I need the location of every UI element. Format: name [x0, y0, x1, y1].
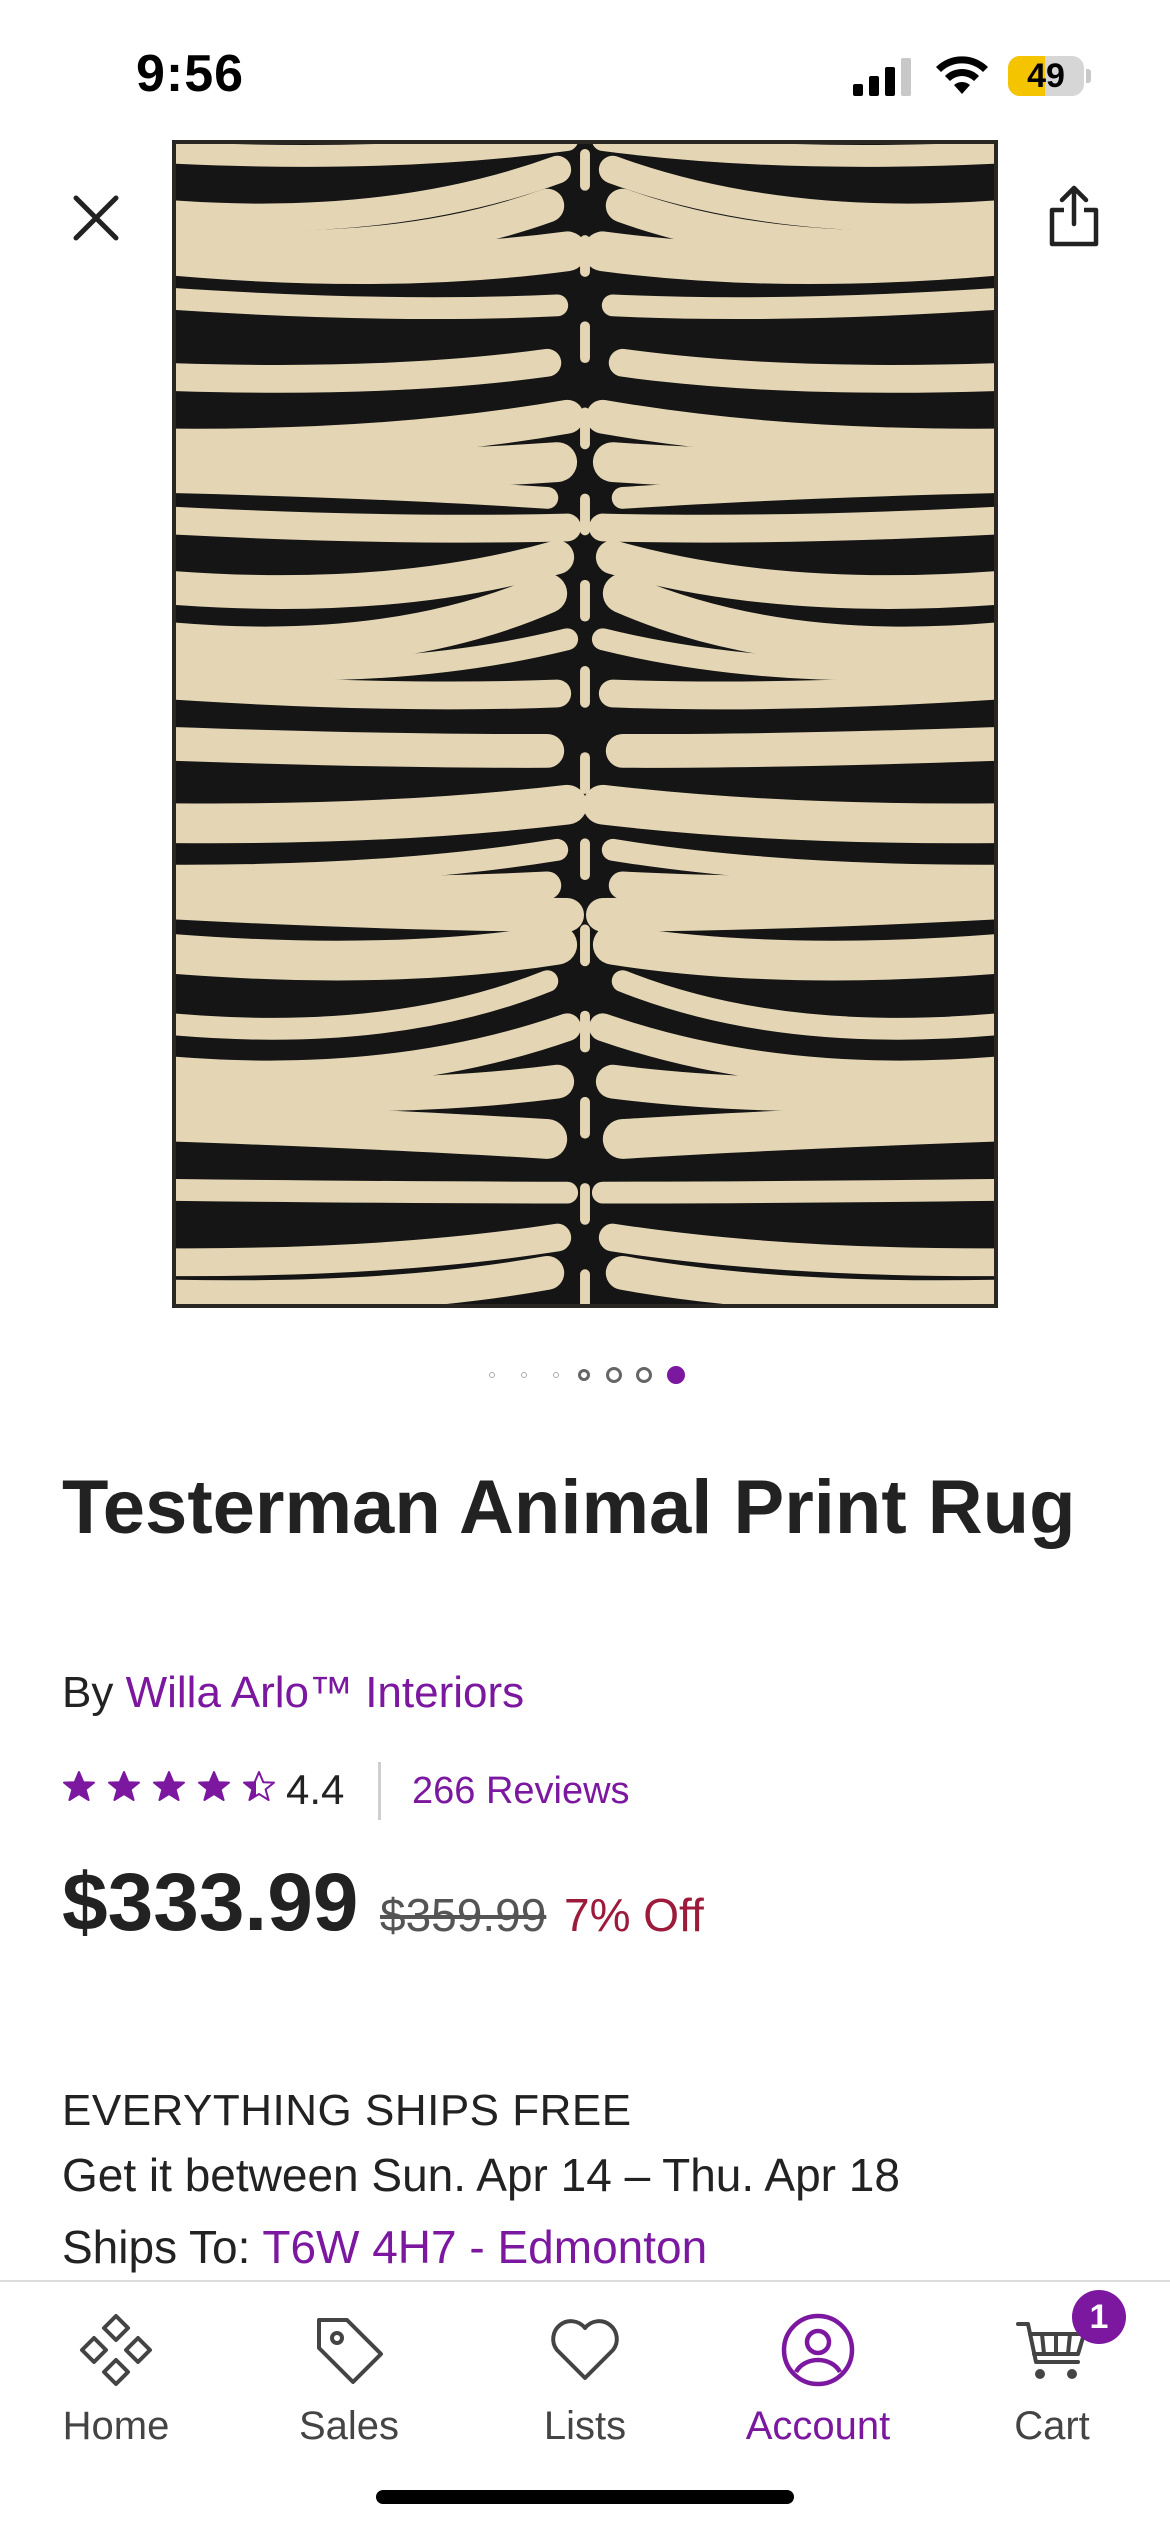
account-icon: [781, 2313, 855, 2387]
carousel-dot[interactable]: [606, 1367, 622, 1383]
rating-value: 4.4: [286, 1766, 345, 1813]
product-image[interactable]: [172, 140, 998, 1308]
tab-label: Account: [745, 2404, 891, 2448]
divider: [378, 1762, 381, 1820]
zebra-rug-image: [176, 144, 994, 1304]
tab-cart[interactable]: Cart: [942, 2302, 1162, 2452]
tab-label: Cart: [1014, 2404, 1090, 2448]
home-indicator: [376, 2490, 794, 2504]
tab-home[interactable]: Home: [6, 2302, 226, 2452]
carousel-dot-active[interactable]: [667, 1366, 685, 1384]
free-shipping-label: EVERYTHING SHIPS FREE: [62, 2086, 632, 2135]
delivery-window: Get it between Sun. Apr 14 – Thu. Apr 18: [62, 2149, 900, 2201]
star-half-icon: [243, 1771, 275, 1801]
home-icon: [80, 2314, 152, 2386]
tab-account[interactable]: Account: [708, 2302, 928, 2452]
by-label: By: [62, 1668, 114, 1717]
battery-indicator: 49: [1008, 56, 1091, 96]
wifi-icon: [936, 56, 988, 94]
brand-link[interactable]: Willa Arlo™ Interiors: [126, 1668, 525, 1717]
ships-to-label: Ships To:: [62, 2221, 251, 2273]
tab-lists[interactable]: Lists: [475, 2302, 695, 2452]
reviews-link[interactable]: 266 Reviews: [412, 1770, 630, 1813]
ships-to-location-link[interactable]: T6W 4H7 - Edmonton: [262, 2221, 707, 2273]
carousel-dot[interactable]: [578, 1369, 590, 1381]
tab-sales[interactable]: Sales: [239, 2302, 459, 2452]
star-full-icon: [63, 1771, 95, 1801]
star-full-icon: [153, 1771, 185, 1801]
carousel-dot[interactable]: [636, 1367, 652, 1383]
current-price: $333.99: [62, 1857, 359, 1948]
status-time: 9:56: [136, 45, 245, 103]
ships-to: Ships To: T6W 4H7 - Edmonton: [62, 2220, 707, 2274]
carousel-dot[interactable]: [521, 1372, 527, 1378]
star-full-icon: [108, 1771, 140, 1801]
rating-row[interactable]: 4.4 266 Reviews: [62, 1762, 762, 1820]
price-row: $333.99 $359.99 7% Off: [62, 1856, 1112, 1956]
battery-level: 49: [1027, 57, 1065, 95]
close-icon[interactable]: [66, 188, 126, 248]
cellular-signal-icon: [853, 58, 911, 96]
tab-label: Home: [62, 2404, 170, 2448]
original-price: $359.99: [380, 1889, 547, 1941]
status-bar: 9:56 49: [0, 0, 1170, 140]
carousel-dot[interactable]: [553, 1372, 559, 1378]
share-icon[interactable]: [1040, 182, 1108, 250]
cart-count-badge: 1: [1072, 2290, 1126, 2344]
tab-label: Sales: [298, 2404, 400, 2448]
discount-label: 7% Off: [564, 1889, 704, 1941]
product-title: Testerman Animal Print Rug: [62, 1465, 1076, 1550]
carousel-pagination: [480, 1360, 700, 1390]
tag-icon: [317, 2318, 383, 2384]
heart-icon: [551, 2319, 619, 2380]
star-full-icon: [198, 1771, 230, 1801]
product-byline: By Willa Arlo™ Interiors: [62, 1668, 524, 1718]
carousel-dot[interactable]: [489, 1372, 495, 1378]
tab-label: Lists: [543, 2404, 627, 2448]
